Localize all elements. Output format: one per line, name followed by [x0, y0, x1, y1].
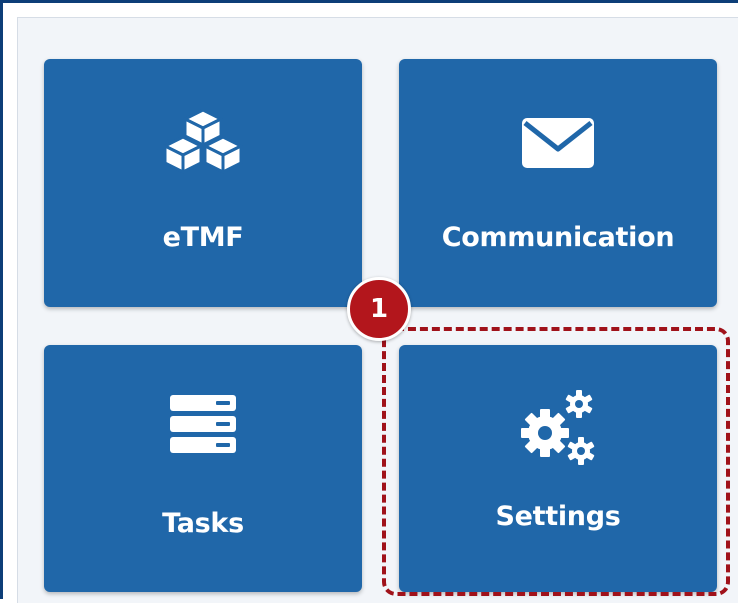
cubes-icon	[153, 107, 253, 182]
communication-tile[interactable]: Communication	[399, 59, 717, 307]
envelope-icon	[521, 117, 595, 174]
tasks-tile-label: Tasks	[162, 508, 244, 539]
settings-highlight-outline	[382, 327, 730, 596]
etmf-tile[interactable]: eTMF	[44, 59, 362, 307]
step-number-badge: 1	[347, 277, 411, 341]
tasks-tile[interactable]: Tasks	[44, 345, 362, 592]
etmf-tile-label: eTMF	[162, 222, 244, 253]
communication-tile-label: Communication	[441, 222, 675, 253]
tasks-list-icon	[170, 395, 236, 458]
window-frame: eTMF Communication Tasks Settings 1	[0, 0, 738, 603]
